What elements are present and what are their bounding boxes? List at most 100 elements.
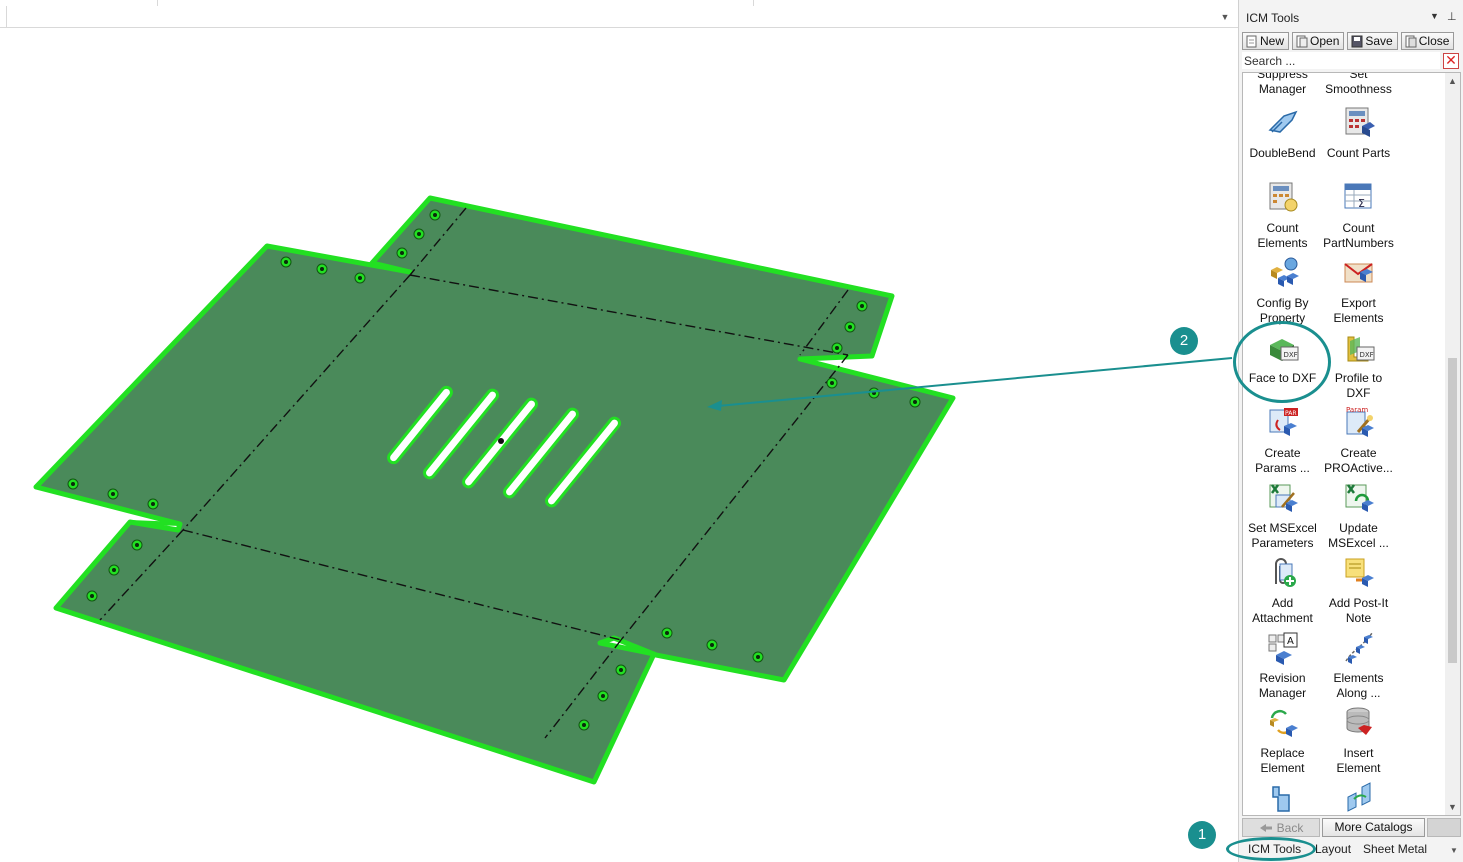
create-params-icon: PAR <box>1269 408 1298 436</box>
command-label: DXF <box>1346 386 1371 400</box>
new-button[interactable]: New <box>1242 32 1290 50</box>
save-disk-icon <box>1351 35 1363 47</box>
flat-sheet-face[interactable] <box>33 195 956 785</box>
param-label: Param <box>1346 406 1368 414</box>
command-elements-along[interactable]: Elements Along ... <box>1321 631 1396 701</box>
revision-manager-icon: A <box>1268 632 1297 665</box>
insert-element-icon <box>1346 707 1372 735</box>
command-add-attachment[interactable]: Add Attachment <box>1245 556 1320 626</box>
command-label: Revision <box>1259 671 1306 685</box>
command-count-partnumbers[interactable]: Σ Count PartNumbers <box>1321 181 1396 251</box>
new-file-icon <box>1246 35 1257 47</box>
3d-viewport[interactable] <box>0 29 1238 862</box>
command-suppress-manager[interactable]: Suppress Manager <box>1245 72 1320 97</box>
pin-icon[interactable]: ⊥ <box>1447 10 1457 23</box>
command-create-proactive[interactable]: Param Create PROActive... <box>1321 406 1396 476</box>
command-export-elements[interactable]: Export Elements <box>1321 256 1396 326</box>
scroll-thumb[interactable] <box>1448 358 1457 663</box>
command-label: Element <box>1260 761 1305 775</box>
command-add-post-it-note[interactable]: Add Post-It Note <box>1321 556 1396 626</box>
command-label: Elements <box>1333 311 1384 325</box>
scroll-up-icon[interactable]: ▲ <box>1445 73 1460 89</box>
command-count-elements[interactable]: Count Elements <box>1245 181 1320 251</box>
back-button[interactable]: Back <box>1242 818 1320 837</box>
tab-icm-tools[interactable]: ICM Tools <box>1248 842 1301 856</box>
command-label: Manager <box>1258 82 1307 96</box>
profile-to-dxf-icon: DXF <box>1347 336 1374 362</box>
tab-sheet-metal[interactable]: Sheet Metal <box>1363 842 1427 856</box>
command-create-params[interactable]: PAR Create Params ... <box>1245 406 1320 476</box>
search-input[interactable] <box>1242 52 1440 69</box>
command-label: Note <box>1345 611 1372 625</box>
command-label: Manager <box>1258 686 1307 700</box>
command-doublebend[interactable]: DoubleBend <box>1245 106 1320 161</box>
update-msexcel-icon <box>1345 484 1374 512</box>
command-set-smoothness[interactable]: Set Smoothness <box>1321 73 1396 97</box>
scroll-down-icon[interactable]: ▼ <box>1445 799 1460 815</box>
save-button[interactable]: Save <box>1347 32 1398 50</box>
command-label: Count <box>1266 221 1299 235</box>
count-parts-icon <box>1345 107 1375 137</box>
command-label: Elements <box>1257 236 1308 250</box>
command-profile-to-dxf[interactable]: DXF Profile to DXF <box>1321 331 1396 401</box>
command-config-by-property[interactable]: Config By Property <box>1245 256 1320 326</box>
icm-tools-panel: ICM Tools ▼ ⊥ New Open Save Close Search… <box>1238 0 1463 862</box>
command-label: Create <box>1264 446 1301 460</box>
back-arrow-icon <box>1259 823 1272 832</box>
par-label: PAR <box>1285 410 1297 417</box>
command-label: Config By <box>1256 296 1309 310</box>
double-bend-icon <box>1267 110 1297 133</box>
chevron-down-icon[interactable]: ▼ <box>1430 11 1439 21</box>
command-set-msexcel-parameters[interactable]: Set MSExcel Parameters <box>1245 481 1320 551</box>
command-update-msexcel[interactable]: Update MSExcel ... <box>1321 481 1396 551</box>
command-label: Create <box>1340 446 1377 460</box>
replace-element-icon <box>1269 709 1298 737</box>
search-row: ✕ <box>1242 52 1461 70</box>
command-face-to-dxf[interactable]: DXF Face to DXF <box>1245 331 1320 386</box>
open-button[interactable]: Open <box>1292 32 1345 50</box>
command-label: Replace <box>1260 746 1305 760</box>
tab-layout[interactable]: Layout <box>1315 842 1351 856</box>
command-label: Face to DXF <box>1248 371 1317 385</box>
svg-text:A: A <box>1287 636 1294 647</box>
back-label: Back <box>1276 820 1304 835</box>
more-catalogs-button[interactable]: More Catalogs <box>1322 818 1425 837</box>
save-label: Save <box>1365 34 1393 48</box>
command-revision-manager[interactable]: A Revision Manager <box>1245 631 1320 701</box>
svg-text:Σ: Σ <box>1358 197 1365 210</box>
command-insert-element[interactable]: Insert Element <box>1321 706 1396 776</box>
open-folder-icon <box>1296 35 1308 47</box>
sheet-metal-part[interactable] <box>0 0 1238 862</box>
center-point <box>498 438 504 444</box>
command-count-parts[interactable]: Count Parts <box>1321 106 1396 161</box>
command-label: Along ... <box>1336 686 1381 700</box>
command-label: Export <box>1341 296 1376 310</box>
command-label: Insert <box>1343 746 1374 760</box>
close-doc-icon <box>1405 35 1417 47</box>
chevron-down-icon[interactable]: ▼ <box>1450 846 1458 855</box>
nav-row-filler <box>1427 818 1461 837</box>
clear-search-icon[interactable]: ✕ <box>1443 53 1459 69</box>
add-post-it-note-icon <box>1345 558 1374 587</box>
command-label: Add Post-It <box>1328 596 1389 610</box>
count-elements-icon <box>1269 182 1297 212</box>
panel-header: ICM Tools ▼ ⊥ <box>1239 8 1463 28</box>
create-proactive-icon: Param <box>1346 406 1374 437</box>
catalog-nav-row: Back More Catalogs <box>1242 818 1461 837</box>
callout-badge-1: 1 <box>1188 821 1216 849</box>
dxf-label: DXF <box>1359 351 1373 359</box>
export-elements-icon <box>1343 263 1373 283</box>
command-replace-element[interactable]: Replace Element <box>1245 706 1320 776</box>
close-button[interactable]: Close <box>1400 32 1455 50</box>
set-msexcel-parameters-icon <box>1269 484 1298 512</box>
command-label: Suppress <box>1257 72 1308 81</box>
add-attachment-icon <box>1274 558 1296 587</box>
command-hand-pointer[interactable] <box>1245 781 1320 815</box>
command-sheet-transform[interactable] <box>1321 781 1396 815</box>
sheet-transform-icon <box>1347 782 1370 812</box>
list-scrollbar[interactable]: ▲ ▼ <box>1445 72 1461 816</box>
command-label: Profile to <box>1334 371 1383 385</box>
command-label: Count <box>1342 221 1375 235</box>
command-label: Parameters <box>1251 536 1314 550</box>
callout-badge-2: 2 <box>1170 327 1198 355</box>
